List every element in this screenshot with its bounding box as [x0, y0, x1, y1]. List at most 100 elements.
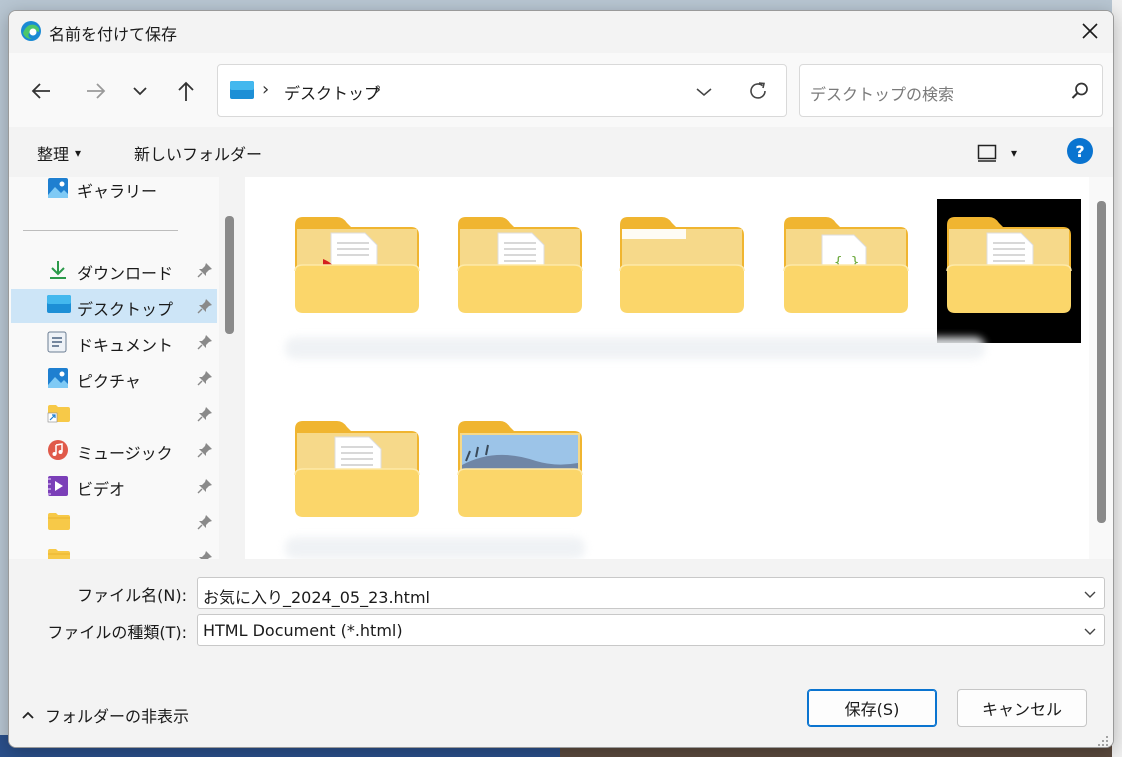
back-button[interactable] [24, 75, 58, 107]
sidebar-item-6[interactable] [11, 397, 217, 431]
forward-button[interactable] [79, 75, 113, 107]
desktop-icon [47, 295, 71, 317]
file-view: { } [245, 177, 1089, 559]
sidebar-item-label: デスクトップ [77, 300, 174, 319]
up-button[interactable] [169, 75, 203, 107]
sidebar-item-label: ドキュメント [77, 336, 174, 355]
download-icon [47, 259, 71, 281]
navigation-pane: ギャラリーダウンロード デスクトップ ドキュメント ピクチャミュージックビデオ [9, 177, 219, 559]
pin-icon [197, 478, 213, 494]
organize-label: 整理 [37, 145, 70, 164]
sidebar-divider [23, 230, 178, 231]
folder-icon [47, 511, 71, 533]
folder-item-2[interactable] [456, 213, 584, 317]
file-view-scrollbar-thumb[interactable] [1097, 201, 1106, 523]
command-bar: 整理 ▾ 新しいフォルダー ▾ ? [9, 127, 1113, 177]
caret-down-icon: ▾ [75, 146, 82, 160]
organize-button[interactable]: 整理 ▾ [37, 141, 81, 165]
chevron-down-icon [1084, 591, 1096, 598]
desktop-icon [230, 81, 254, 99]
close-icon [1082, 23, 1098, 39]
resize-grip-icon[interactable] [1097, 733, 1109, 746]
pin-icon [197, 370, 213, 386]
sidebar-item-4[interactable]: ドキュメント [11, 325, 217, 359]
gallery-icon [47, 177, 71, 199]
address-history-button[interactable] [692, 80, 716, 104]
redacted-filenames-1 [285, 337, 985, 359]
search-placeholder[interactable]: デスクトップの検索 [810, 81, 954, 105]
dialog-title: 名前を付けて保存 [49, 25, 178, 44]
sidebar-item-label: ピクチャ [77, 372, 141, 391]
chevron-down-icon [696, 88, 712, 96]
sidebar-item-9[interactable] [11, 505, 217, 539]
folder-item-1[interactable] [293, 213, 421, 317]
navigation-scrollbar-thumb[interactable] [225, 216, 234, 334]
view-layout-icon [977, 144, 997, 162]
arrow-right-icon [87, 83, 106, 99]
pin-icon [197, 262, 213, 278]
edge-browser-icon [19, 19, 43, 43]
folder-item-7[interactable] [456, 417, 584, 521]
help-button[interactable]: ? [1067, 138, 1093, 164]
pin-icon [197, 298, 213, 314]
music-icon [47, 439, 71, 461]
arrow-left-icon [31, 83, 50, 99]
pin-icon [197, 550, 213, 559]
sidebar-item-7[interactable]: ミュージック [11, 433, 217, 467]
video-icon [47, 475, 71, 497]
folder-icon [47, 547, 71, 559]
filetype-label: ファイルの種類(T): [47, 623, 187, 642]
sidebar-item-10[interactable] [11, 541, 217, 559]
sidebar-item-label: ダウンロード [77, 264, 174, 283]
search-icon[interactable] [1070, 81, 1090, 101]
navigation-bar: › デスクトップ › デスクトップの検索 [9, 53, 1113, 127]
chevron-down-icon [133, 87, 147, 96]
caret-down-icon: ▾ [1011, 146, 1018, 160]
filename-label: ファイル名(N): [77, 586, 187, 605]
breadcrumb-desktop[interactable]: デスクトップ [284, 80, 380, 104]
search-box[interactable]: デスクトップの検索 [799, 64, 1103, 117]
sidebar-item-5[interactable]: ピクチャ [11, 361, 217, 395]
sidebar-item-label: ギャラリー [77, 182, 158, 201]
view-options-button[interactable]: ▾ [977, 139, 1033, 167]
sidebar-item-2[interactable]: ダウンロード [11, 253, 217, 287]
filename-value[interactable]: お気に入り_2024_05_23.html [203, 584, 430, 608]
new-folder-button[interactable]: 新しいフォルダー [134, 141, 262, 165]
close-button[interactable] [1067, 11, 1113, 51]
refresh-icon [750, 82, 766, 99]
filename-input[interactable]: お気に入り_2024_05_23.html [197, 577, 1105, 609]
pin-icon [197, 514, 213, 530]
cancel-button[interactable]: キャンセル [957, 689, 1087, 727]
recent-locations-button[interactable] [123, 75, 157, 107]
save-options-panel: ファイル名(N): お気に入り_2024_05_23.html ファイルの種類(… [9, 559, 1113, 747]
folder-item-6[interactable] [293, 417, 421, 521]
filetype-value[interactable]: HTML Document (*.html) [203, 621, 403, 640]
arrow-up-icon [178, 81, 194, 101]
folder-item-4[interactable]: { } [782, 213, 910, 317]
filetype-select[interactable]: HTML Document (*.html) [197, 614, 1105, 646]
breadcrumb-separator[interactable]: › [262, 79, 269, 100]
pin-icon [197, 406, 213, 422]
pin-icon [197, 334, 213, 350]
refresh-button[interactable] [746, 79, 770, 103]
folder-item-5[interactable] [945, 213, 1073, 317]
folder-item-3[interactable] [618, 213, 746, 317]
folder-shortcut-icon [47, 403, 71, 425]
sidebar-item-3[interactable]: デスクトップ [11, 289, 217, 323]
save-button[interactable]: 保存(S) [807, 689, 937, 727]
document-icon [47, 331, 71, 353]
sidebar-item-label: ミュージック [77, 444, 173, 463]
pin-icon [197, 442, 213, 458]
address-bar[interactable]: › デスクトップ › [217, 64, 787, 117]
sidebar-item-1[interactable]: ギャラリー [11, 177, 217, 205]
filename-dropdown-button[interactable] [1082, 586, 1098, 602]
redacted-filenames-2 [285, 537, 585, 559]
hide-folders-toggle[interactable]: フォルダーの非表示 [21, 703, 189, 727]
chevron-down-icon [1084, 628, 1096, 635]
sidebar-item-8[interactable]: ビデオ [11, 469, 217, 503]
chevron-up-icon [22, 711, 34, 719]
title-bar: 名前を付けて保存 [9, 11, 1113, 53]
hide-folders-label: フォルダーの非表示 [45, 707, 190, 726]
breadcrumb-separator-trailing[interactable]: › [374, 79, 381, 100]
filetype-dropdown-button[interactable] [1082, 623, 1098, 639]
